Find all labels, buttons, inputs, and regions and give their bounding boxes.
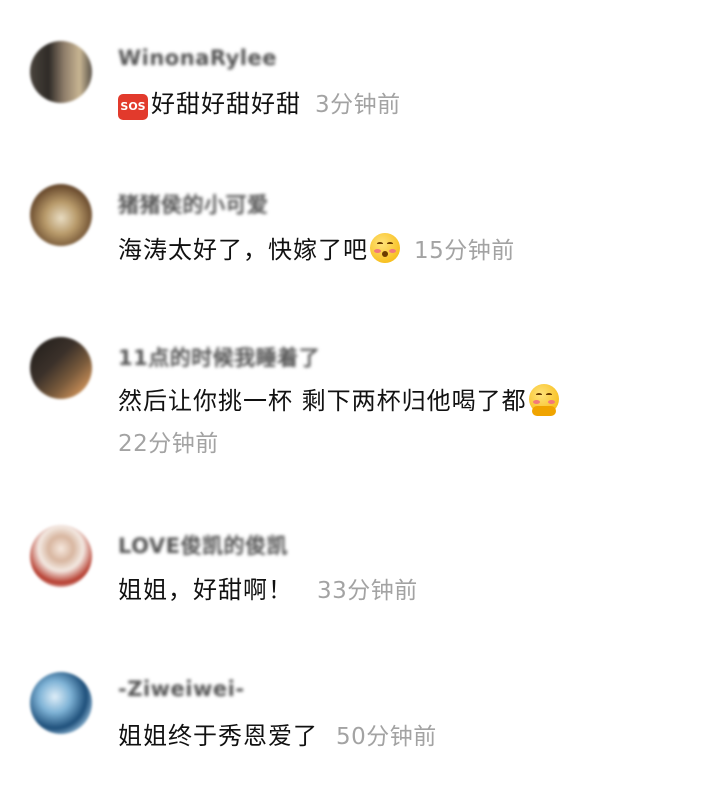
blushing-face-emoji: [370, 233, 400, 263]
avatar[interactable]: [30, 525, 92, 587]
timestamp: 33分钟前: [317, 578, 418, 604]
comment-text: 海涛太好了，快嫁了吧: [118, 236, 368, 264]
username[interactable]: -Ziweiwei-: [118, 677, 245, 701]
avatar[interactable]: [30, 672, 92, 734]
comment-text-line: 姐姐终于秀恩爱了 50分钟前: [118, 716, 437, 751]
timestamp: 50分钟前: [336, 724, 437, 750]
username[interactable]: LOVE俊凯的俊凯: [118, 530, 288, 560]
blushing-face-emoji: [528, 384, 559, 416]
comment-text-line: 然后让你挑一杯 剩下两杯归他喝了都: [118, 381, 559, 416]
comment-text: 好甜好甜好甜: [151, 90, 301, 118]
comment-text: 姐姐终于秀恩爱了: [118, 722, 318, 750]
comment-text: 姐姐，好甜啊！: [118, 576, 293, 604]
sos-icon: SOS: [118, 94, 148, 120]
avatar[interactable]: [30, 337, 92, 399]
comment-text-line: 姐姐，好甜啊！ 33分钟前: [118, 570, 418, 605]
comment-text-line: 海涛太好了，快嫁了吧 15分钟前: [118, 230, 515, 265]
avatar[interactable]: [30, 41, 92, 103]
timestamp: 22分钟前: [118, 431, 219, 457]
comment-text: 然后让你挑一杯 剩下两杯归他喝了都: [118, 387, 527, 415]
comment-text-line: SOS 好甜好甜好甜 3分钟前: [118, 84, 401, 120]
avatar[interactable]: [30, 184, 92, 246]
username[interactable]: 猪猪侯的小可爱: [118, 189, 269, 219]
timestamp: 15分钟前: [414, 238, 515, 264]
username[interactable]: 11点的时候我睡着了: [118, 342, 320, 372]
timestamp: 3分钟前: [315, 92, 401, 118]
username[interactable]: WinonaRylee: [118, 46, 277, 70]
